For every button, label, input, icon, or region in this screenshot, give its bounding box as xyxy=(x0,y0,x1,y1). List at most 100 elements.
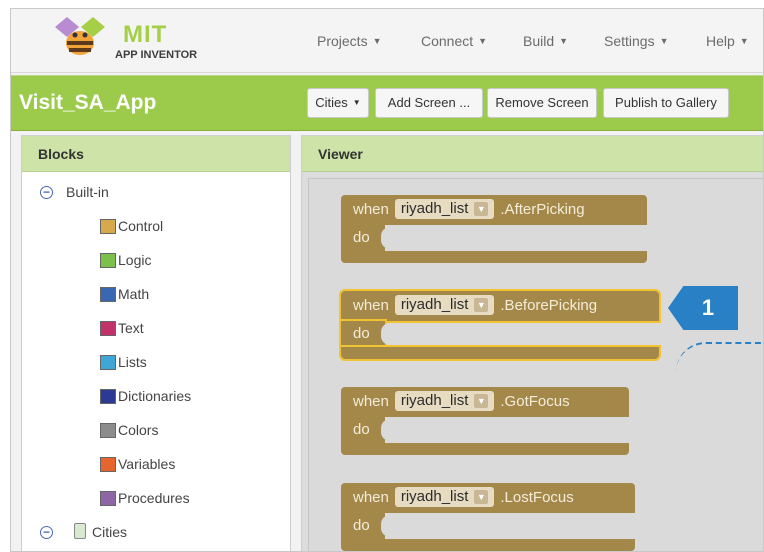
colors-swatch-icon xyxy=(100,423,116,438)
text-swatch-icon xyxy=(100,321,116,336)
math-swatch-icon xyxy=(100,287,116,302)
control-swatch-icon xyxy=(100,219,116,234)
event-block-header: when riyadh_list ▼ .GotFocus xyxy=(341,387,629,417)
project-toolbar: Visit_SA_App Cities ▼ Add Screen ... Remo… xyxy=(11,75,763,131)
block-category-control[interactable]: Control xyxy=(100,218,163,238)
mit-app-inventor-logo[interactable]: MIT APP INVENTOR xyxy=(51,13,211,65)
chevron-down-icon: ▼ xyxy=(372,36,382,46)
block-category-label: Procedures xyxy=(118,490,190,506)
block-category-colors[interactable]: Colors xyxy=(100,422,158,442)
do-keyword: do xyxy=(353,325,370,342)
procedures-swatch-icon xyxy=(100,491,116,506)
when-keyword: when xyxy=(353,201,389,218)
event-block-header: when riyadh_list ▼ .LostFocus xyxy=(341,483,635,513)
block-category-label: Logic xyxy=(118,252,152,268)
event-block-header: when riyadh_list ▼ .AfterPicking xyxy=(341,195,647,225)
collapse-cities-icon[interactable]: − xyxy=(40,526,53,539)
screen-component-icon xyxy=(74,523,86,539)
component-dropdown[interactable]: riyadh_list ▼ xyxy=(394,295,495,315)
collapse-builtin-icon[interactable]: − xyxy=(40,186,53,199)
component-dropdown[interactable]: riyadh_list ▼ xyxy=(394,391,495,411)
when-keyword: when xyxy=(353,297,389,314)
block-category-label: Text xyxy=(118,320,144,336)
block-category-variables[interactable]: Variables xyxy=(100,456,175,476)
event-block-footer xyxy=(339,345,661,361)
chevron-down-icon: ▼ xyxy=(739,36,749,46)
component-name: riyadh_list xyxy=(400,392,469,409)
block-category-lists[interactable]: Lists xyxy=(100,354,147,374)
callout-dashed-line xyxy=(676,342,764,372)
bee-logo-icon xyxy=(55,17,105,55)
block-category-label: Control xyxy=(118,218,164,234)
menu-help[interactable]: Help ▼ xyxy=(706,33,749,49)
project-name: Visit_SA_App xyxy=(19,91,157,114)
block-category-dictionaries[interactable]: Dictionaries xyxy=(100,388,191,408)
block-category-logic[interactable]: Logic xyxy=(100,252,151,272)
event-name: .GotFocus xyxy=(500,393,570,410)
tree-item-builtin[interactable]: Built-in xyxy=(66,184,109,200)
statement-socket[interactable] xyxy=(381,323,399,345)
do-slot: do xyxy=(341,513,385,541)
block-category-label: Variables xyxy=(118,456,176,472)
blocks-panel-title: Blocks xyxy=(22,136,290,172)
component-dropdown[interactable]: riyadh_list ▼ xyxy=(394,199,495,219)
logo-title: MIT xyxy=(123,21,168,48)
viewer-title: Viewer xyxy=(302,136,763,172)
event-name: .BeforePicking xyxy=(500,297,598,314)
when-keyword: when xyxy=(353,489,389,506)
component-name: riyadh_list xyxy=(400,296,469,313)
menu-build-label: Build xyxy=(523,33,555,49)
dictionaries-swatch-icon xyxy=(100,389,116,404)
dropdown-arrow-icon: ▼ xyxy=(474,490,489,504)
chevron-down-icon: ▼ xyxy=(659,36,669,46)
do-keyword: do xyxy=(353,421,370,438)
block-category-label: Math xyxy=(118,286,150,302)
callout-number: 1 xyxy=(701,295,715,320)
statement-socket[interactable] xyxy=(381,419,399,441)
menu-help-label: Help xyxy=(706,33,735,49)
lists-swatch-icon xyxy=(100,355,116,370)
tree-item-cities[interactable]: Cities xyxy=(92,524,127,540)
event-name: .LostFocus xyxy=(500,489,574,506)
menu-build[interactable]: Build ▼ xyxy=(523,33,568,49)
menu-connect[interactable]: Connect ▼ xyxy=(421,33,487,49)
chevron-down-icon: ▼ xyxy=(478,36,488,46)
menu-projects-label: Projects xyxy=(317,33,368,49)
dropdown-arrow-icon: ▼ xyxy=(474,394,489,408)
component-dropdown[interactable]: riyadh_list ▼ xyxy=(394,487,495,507)
block-category-text[interactable]: Text xyxy=(100,320,144,340)
menu-settings[interactable]: Settings ▼ xyxy=(604,33,669,49)
variables-swatch-icon xyxy=(100,457,116,472)
menu-settings-label: Settings xyxy=(604,33,655,49)
remove-screen-button[interactable]: Remove Screen xyxy=(487,88,597,118)
screen-selector-label: Cities xyxy=(315,95,348,110)
event-block-footer xyxy=(341,539,635,551)
event-block-header: when riyadh_list ▼ .BeforePicking xyxy=(339,289,661,323)
do-keyword: do xyxy=(353,229,370,246)
component-name: riyadh_list xyxy=(400,488,469,505)
do-slot: do xyxy=(339,319,387,351)
do-keyword: do xyxy=(353,517,370,534)
add-screen-button[interactable]: Add Screen ... xyxy=(375,88,483,118)
dropdown-arrow-icon: ▼ xyxy=(474,202,489,216)
event-block-footer xyxy=(341,443,629,455)
do-slot: do xyxy=(341,417,385,445)
publish-to-gallery-button[interactable]: Publish to Gallery xyxy=(603,88,729,118)
event-name: .AfterPicking xyxy=(500,201,585,218)
menu-connect-label: Connect xyxy=(421,33,474,49)
block-category-label: Lists xyxy=(118,354,147,370)
block-category-label: Dictionaries xyxy=(118,388,192,404)
menu-projects[interactable]: Projects ▼ xyxy=(317,33,382,49)
screen-selector-button[interactable]: Cities ▼ xyxy=(307,88,369,118)
statement-socket[interactable] xyxy=(381,227,399,249)
block-category-math[interactable]: Math xyxy=(100,286,149,306)
chevron-down-icon: ▼ xyxy=(559,36,569,46)
dropdown-arrow-icon: ▼ xyxy=(474,298,489,312)
statement-socket[interactable] xyxy=(381,515,399,537)
component-name: riyadh_list xyxy=(400,200,469,217)
chevron-down-icon: ▼ xyxy=(352,98,361,107)
top-menu-bar: MIT APP INVENTOR Projects ▼ Connect ▼ Buil… xyxy=(11,9,763,73)
app-inventor-window: MIT APP INVENTOR Projects ▼ Connect ▼ Buil… xyxy=(10,8,764,552)
block-category-procedures[interactable]: Procedures xyxy=(100,490,190,510)
logo-subtitle: APP INVENTOR xyxy=(115,49,198,61)
